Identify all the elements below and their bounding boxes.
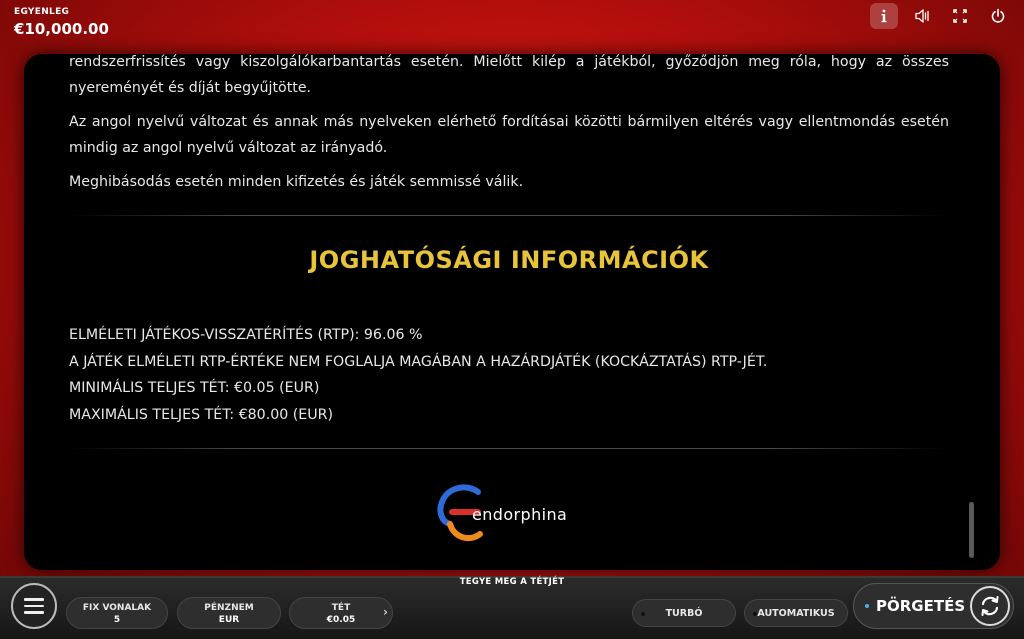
rules-paragraph: Az angol nyelvű változat és annak más ny…: [69, 114, 949, 156]
endorphina-logo: endorphina: [434, 482, 567, 546]
power-button[interactable]: [984, 3, 1012, 29]
sound-icon: [915, 9, 929, 23]
menu-icon: [24, 611, 44, 614]
bet-label: TÉT: [331, 603, 351, 613]
menu-icon: [24, 604, 44, 608]
logo-text: endorphina: [472, 504, 568, 524]
rules-paragraph: Meghibásodás esetén minden kifizetés és …: [69, 174, 524, 190]
bet-value: €0.05: [326, 615, 356, 625]
sound-button[interactable]: [908, 3, 936, 29]
bet-selector[interactable]: TÉT €0.05: [289, 597, 393, 629]
rules-content: rendszerfrissítés vagy kiszolgálókarbant…: [69, 54, 949, 449]
jurisdiction-info: ELMÉLETI JÁTÉKOS-VISSZATÉRÍTÉS (RTP): 96…: [69, 322, 949, 428]
autoplay-label: AUTOMATIKUS: [757, 607, 835, 619]
fixed-lines-label: FIX VONALAK: [82, 603, 152, 613]
turbo-indicator: [641, 612, 645, 616]
balance-display: EGYENLEG €10,000.00: [14, 7, 109, 38]
fullscreen-button[interactable]: [946, 3, 974, 29]
rules-paragraph: rendszerfrissítés vagy kiszolgálókarbant…: [69, 54, 949, 96]
currency-value: EUR: [218, 615, 240, 625]
menu-button[interactable]: [11, 583, 57, 629]
autoplay-toggle[interactable]: AUTOMATIKUS: [744, 599, 848, 627]
scrollbar-thumb[interactable]: [969, 502, 974, 558]
spin-button[interactable]: PÖRGETÉS: [853, 583, 1014, 629]
info-button[interactable]: [870, 3, 898, 29]
currency-selector[interactable]: PÉNZNEM EUR: [177, 597, 281, 629]
balance-label: EGYENLEG: [14, 7, 70, 17]
paytable-panel: rendszerfrissítés vagy kiszolgálókarbant…: [24, 54, 1000, 570]
spin-icon: [970, 586, 1010, 626]
section-divider: [69, 215, 949, 216]
spin-label: PÖRGETÉS: [876, 597, 966, 615]
info-icon: [881, 9, 887, 23]
currency-label: PÉNZNEM: [204, 603, 254, 613]
fullscreen-icon: [953, 9, 967, 23]
chevron-right-icon[interactable]: ›: [383, 605, 388, 619]
autoplay-indicator: [753, 612, 757, 616]
spin-indicator: [865, 604, 869, 608]
min-bet-line: MINIMÁLIS TELJES TÉT: €0.05 (EUR): [69, 380, 320, 396]
power-icon: [991, 8, 1005, 23]
rtp-line: ELMÉLETI JÁTÉKOS-VISSZATÉRÍTÉS (RTP): 96…: [69, 327, 423, 343]
section-divider: [69, 448, 949, 449]
menu-icon: [24, 598, 44, 601]
turbo-label: TURBÓ: [665, 607, 703, 619]
turbo-toggle[interactable]: TURBÓ: [632, 599, 736, 627]
max-bet-line: MAXIMÁLIS TELJES TÉT: €80.00 (EUR): [69, 406, 334, 423]
section-title: JOGHATÓSÁGI INFORMÁCIÓK: [309, 246, 709, 274]
rtp-note-line: A JÁTÉK ELMÉLETI RTP-ÉRTÉKE NEM FOGLALJA…: [69, 353, 768, 370]
fixed-lines-value: 5: [113, 615, 121, 625]
balance-value: €10,000.00: [14, 20, 109, 38]
fixed-lines-selector[interactable]: FIX VONALAK 5: [66, 597, 168, 629]
top-toolbar: [870, 3, 1012, 29]
